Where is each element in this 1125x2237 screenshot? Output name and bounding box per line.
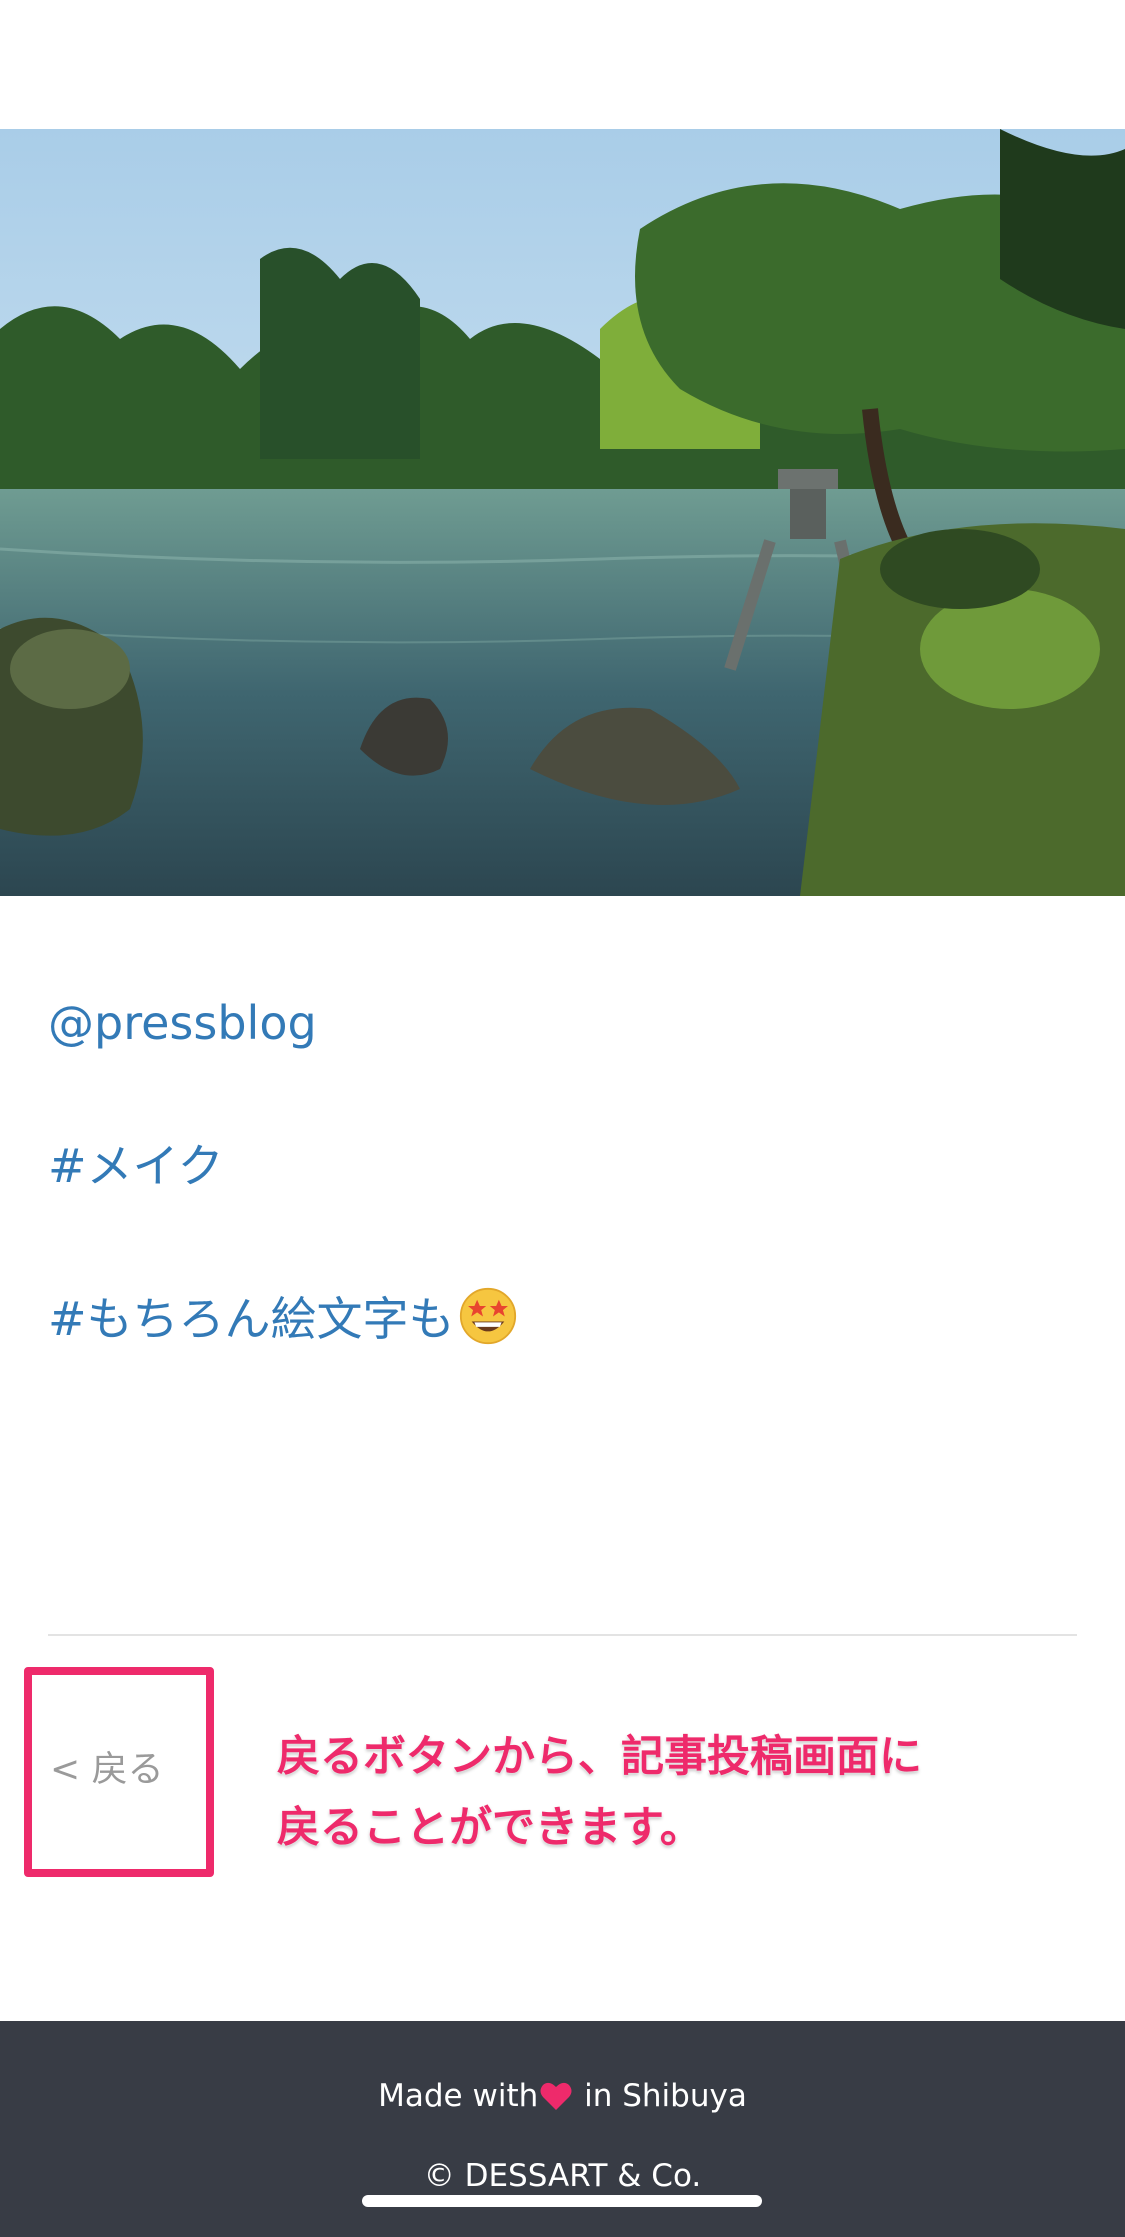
back-button[interactable]: < 戻る [50, 1752, 164, 1788]
footer-made-with: Made with in Shibuya [0, 2081, 1125, 2112]
star-struck-emoji-icon [459, 1287, 516, 1345]
copyright: © DESSART & Co. [423, 2158, 702, 2194]
made-with-text: Made with [378, 2078, 539, 2114]
garden-pond-photo [0, 129, 1125, 896]
annotation-text: 戻るボタンから、記事投稿画面に 戻ることができます。 [277, 1722, 1037, 1864]
hashtag-link-emoji-text: #もちろん絵文字も [48, 1292, 455, 1346]
in-shibuya-text: in Shibuya [574, 2078, 747, 2114]
mention-link[interactable]: @pressblog [48, 1000, 317, 1046]
home-indicator [362, 2195, 762, 2207]
annotation-line-2: 戻ることができます。 [277, 1803, 703, 1853]
annotation-line-1: 戻るボタンから、記事投稿画面に [277, 1732, 922, 1782]
footer: Made with in Shibuya © DESSART & Co. [0, 2021, 1125, 2237]
hero-image [0, 129, 1125, 896]
heart-icon [540, 2082, 572, 2110]
divider [48, 1634, 1077, 1636]
hashtag-link-emoji[interactable]: #もちろん絵文字も [48, 1287, 517, 1345]
hashtag-link-makeup[interactable]: #メイク [48, 1143, 224, 1189]
